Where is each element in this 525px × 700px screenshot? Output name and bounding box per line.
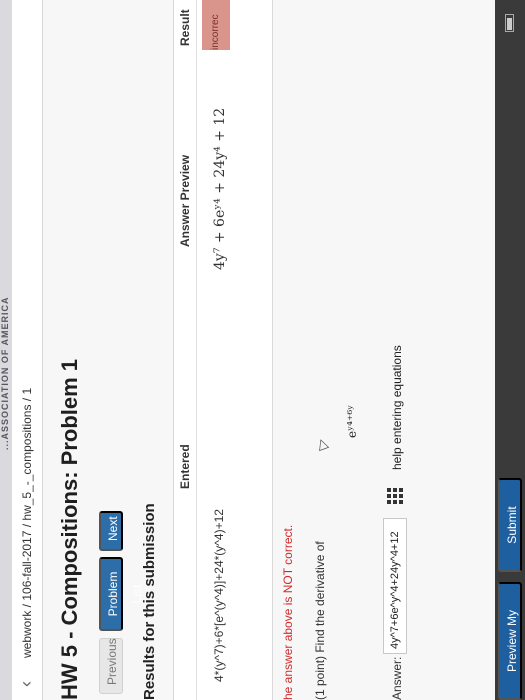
breadcrumb: webwork / 106-fall-2017 / hw_5_-_composi… (20, 387, 34, 658)
answer-input[interactable] (383, 518, 407, 654)
problem-prompt: (1 point) Find the derivative of (313, 541, 327, 700)
submit-answers-button[interactable]: Submit Answers (498, 478, 522, 572)
answer-preview-value: 4y⁷ + 6eʸ⁴ + 24y⁴ + 12 (212, 107, 228, 270)
bottom-toolbar: Preview My Answers Submit Answers (495, 0, 525, 700)
mouse-cursor-icon: ▷ (311, 436, 331, 453)
header-result: Result (178, 9, 192, 46)
page-title: HW 5 - Compositions: Problem 1 (57, 358, 82, 700)
result-value: incorrec (210, 14, 221, 50)
equation-editor-icon[interactable] (387, 488, 403, 504)
help-entering-equations-link[interactable]: help entering equations (390, 345, 404, 470)
status-title: ...ASSOCIATION OF AMERICA (0, 296, 10, 450)
preview-answers-button[interactable]: Preview My Answers (498, 582, 522, 700)
problem-list-button[interactable]: Problem List (99, 557, 144, 631)
result-cell: incorrec (202, 0, 230, 50)
results-title: Results for this submission (141, 503, 158, 700)
results-table: Entered Answer Preview Result 4*(y^7)+6*… (173, 0, 273, 700)
answer-label: Answer: (390, 656, 404, 700)
back-icon[interactable]: ‹ (16, 674, 36, 694)
screen: ...ASSOCIATION OF AMERICA ‹ webwork / 10… (0, 0, 525, 700)
previous-button[interactable]: Previous (99, 638, 123, 694)
table-divider (196, 0, 197, 700)
main-content: HW 5 - Compositions: Problem 1 Previous … (43, 0, 495, 700)
browser-header: ‹ webwork / 106-fall-2017 / hw_5_-_compo… (12, 0, 43, 700)
header-entered: Entered (178, 444, 192, 489)
header-answer-preview: Answer Preview (178, 154, 192, 247)
incorrect-notice: he answer above is NOT correct. (281, 524, 295, 700)
entered-value: 4*(y^7)+6*[e^(y^4)]+24*(y^4)+12 (212, 509, 226, 682)
battery-icon (505, 14, 514, 32)
next-button[interactable]: Next (99, 511, 123, 551)
problem-equation: eʸ⁴⁺⁶ʸ (345, 404, 359, 438)
